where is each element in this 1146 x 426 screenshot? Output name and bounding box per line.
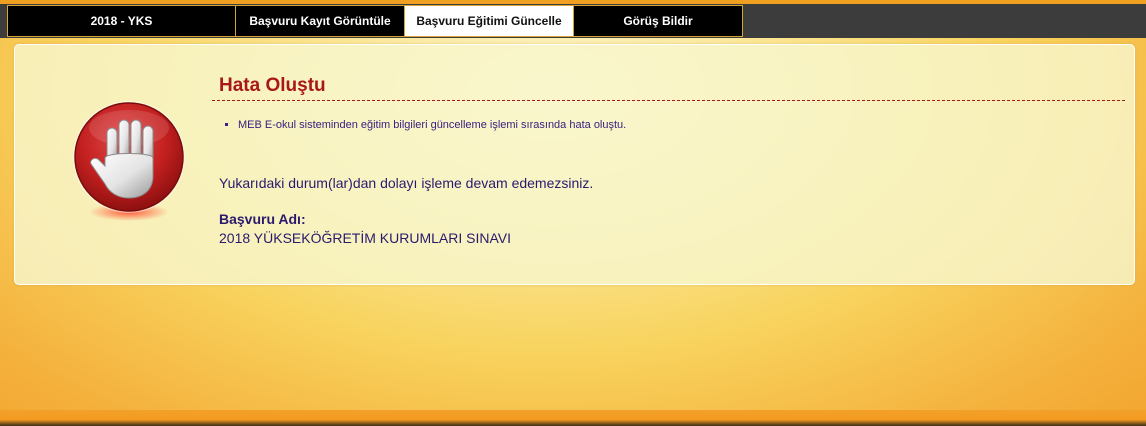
application-label: Başvuru Adı: xyxy=(219,211,306,227)
top-navigation-bar: 2018 - YKS Başvuru Kayıt Görüntüle Başvu… xyxy=(0,0,1146,38)
error-content: Hata Oluştu MEB E-okul sisteminden eğiti… xyxy=(212,75,1125,246)
stop-hand-icon xyxy=(73,101,185,221)
tab-gorus-bildir[interactable]: Görüş Bildir xyxy=(574,6,742,36)
error-message: Yukarıdaki durum(lar)dan dolayı işleme d… xyxy=(219,175,594,191)
tab-basvuru-egitimi-guncelle[interactable]: Başvuru Eğitimi Güncelle xyxy=(405,6,574,36)
tab-2018-yks[interactable]: 2018 - YKS xyxy=(8,6,236,36)
error-title: Hata Oluştu xyxy=(212,75,1125,101)
page: 2018 - YKS Başvuru Kayıt Görüntüle Başvu… xyxy=(0,0,1146,426)
error-list-item: MEB E-okul sisteminden eğitim bilgileri … xyxy=(238,119,1125,131)
error-list: MEB E-okul sisteminden eğitim bilgileri … xyxy=(212,119,1125,131)
application-name: 2018 YÜKSEKÖĞRETİM KURUMLARI SINAVI xyxy=(219,230,512,246)
tab-basvuru-kayit-goruntule[interactable]: Başvuru Kayıt Görüntüle xyxy=(236,6,405,36)
error-panel: Hata Oluştu MEB E-okul sisteminden eğiti… xyxy=(14,44,1135,285)
tab-list: 2018 - YKS Başvuru Kayıt Görüntüle Başvu… xyxy=(7,5,743,37)
